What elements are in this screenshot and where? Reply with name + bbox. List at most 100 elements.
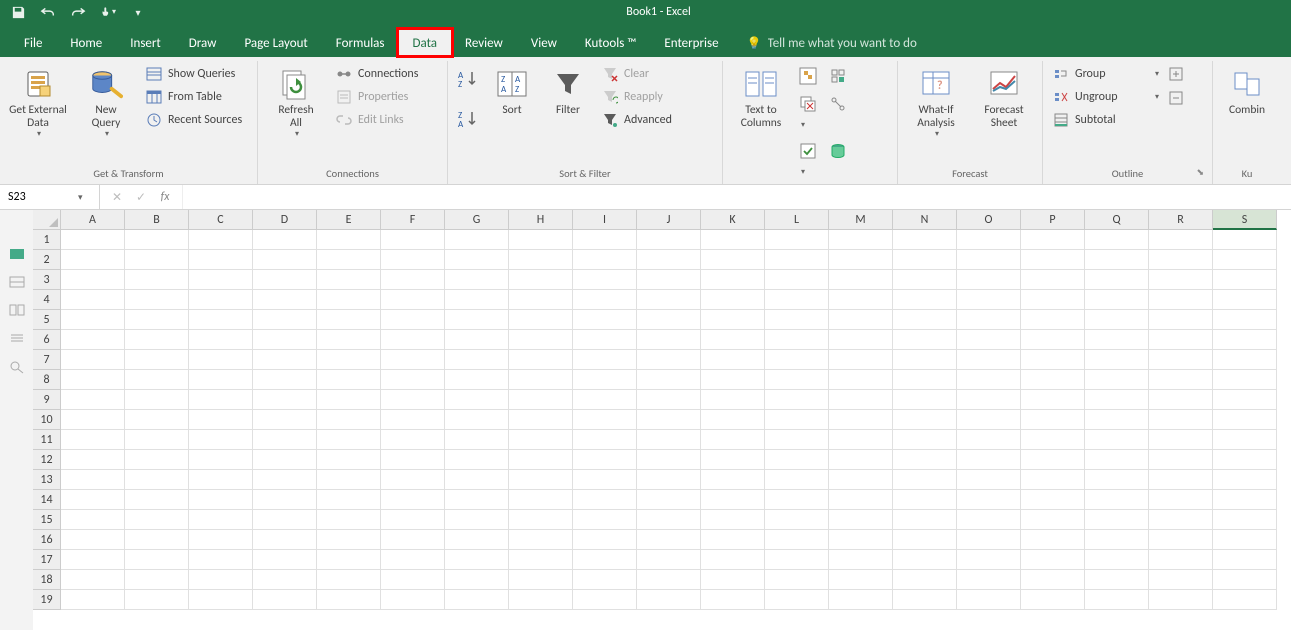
sort-desc-button[interactable]: ZA (456, 109, 480, 131)
cell[interactable] (957, 270, 1021, 290)
cell[interactable] (957, 370, 1021, 390)
cell[interactable] (1213, 390, 1277, 410)
cell[interactable] (893, 470, 957, 490)
sort-asc-button[interactable]: AZ (456, 69, 480, 91)
cell[interactable] (509, 270, 573, 290)
row-header[interactable]: 16 (33, 530, 61, 550)
cell[interactable] (957, 390, 1021, 410)
cell[interactable] (893, 590, 957, 610)
cell[interactable] (381, 330, 445, 350)
cell[interactable] (317, 450, 381, 470)
tab-review[interactable]: Review (451, 30, 517, 57)
cell[interactable] (893, 370, 957, 390)
cell[interactable] (637, 450, 701, 470)
cell[interactable] (381, 370, 445, 390)
cell[interactable] (573, 450, 637, 470)
cell[interactable] (253, 530, 317, 550)
properties-button[interactable]: Properties (334, 88, 420, 106)
cell[interactable] (957, 410, 1021, 430)
cell[interactable] (189, 470, 253, 490)
cell[interactable] (893, 390, 957, 410)
cell[interactable] (61, 350, 125, 370)
cell[interactable] (765, 250, 829, 270)
cancel-formula-button[interactable]: ✕ (110, 190, 124, 205)
cell[interactable] (61, 330, 125, 350)
cell[interactable] (61, 390, 125, 410)
cell[interactable] (253, 430, 317, 450)
cell[interactable] (637, 350, 701, 370)
cell[interactable] (381, 590, 445, 610)
cell[interactable] (509, 310, 573, 330)
cell[interactable] (445, 430, 509, 450)
cell[interactable] (1021, 490, 1085, 510)
cell[interactable] (1213, 510, 1277, 530)
cell[interactable] (317, 310, 381, 330)
row-header[interactable]: 7 (33, 350, 61, 370)
cell[interactable] (445, 530, 509, 550)
cell[interactable] (637, 550, 701, 570)
cell[interactable] (765, 290, 829, 310)
forecast-sheet-button[interactable]: ForecastSheet (974, 65, 1034, 130)
cell[interactable] (1213, 590, 1277, 610)
cell[interactable] (125, 570, 189, 590)
row-header[interactable]: 8 (33, 370, 61, 390)
cell[interactable] (701, 390, 765, 410)
cell[interactable] (957, 530, 1021, 550)
cell[interactable] (893, 530, 957, 550)
cell[interactable] (1021, 270, 1085, 290)
cell[interactable] (957, 330, 1021, 350)
column-header[interactable]: F (381, 210, 445, 230)
cell[interactable] (1213, 290, 1277, 310)
clear-filter-button[interactable]: Clear (600, 65, 674, 83)
cell[interactable] (125, 410, 189, 430)
cell[interactable] (701, 490, 765, 510)
tab-data[interactable]: Data (399, 30, 452, 57)
cell[interactable] (253, 330, 317, 350)
cell[interactable] (573, 230, 637, 250)
cell[interactable] (1021, 410, 1085, 430)
cell[interactable] (637, 590, 701, 610)
cell[interactable] (957, 470, 1021, 490)
cell[interactable] (317, 390, 381, 410)
formula-input[interactable] (183, 185, 1291, 209)
cell[interactable] (1085, 510, 1149, 530)
touch-mode-icon[interactable]: ▾ (100, 4, 116, 20)
cell[interactable] (573, 290, 637, 310)
row-header[interactable]: 4 (33, 290, 61, 310)
cell[interactable] (61, 270, 125, 290)
cell[interactable] (253, 310, 317, 330)
tab-kutools[interactable]: Kutools ™ (571, 30, 651, 57)
cell[interactable] (1085, 290, 1149, 310)
cell[interactable] (1085, 390, 1149, 410)
cell[interactable] (1021, 370, 1085, 390)
insert-function-button[interactable]: fx (158, 190, 172, 204)
cell[interactable] (829, 550, 893, 570)
cell[interactable] (317, 590, 381, 610)
cell[interactable] (957, 570, 1021, 590)
cell[interactable] (701, 530, 765, 550)
cell[interactable] (765, 330, 829, 350)
flash-fill-button[interactable] (799, 67, 817, 85)
cell[interactable] (125, 270, 189, 290)
cell[interactable] (509, 450, 573, 470)
cell[interactable] (573, 510, 637, 530)
cell[interactable] (381, 490, 445, 510)
cell[interactable] (317, 510, 381, 530)
row-header[interactable]: 12 (33, 450, 61, 470)
cell[interactable] (573, 370, 637, 390)
cell[interactable] (125, 330, 189, 350)
cell[interactable] (125, 230, 189, 250)
cell[interactable] (637, 370, 701, 390)
cell[interactable] (573, 310, 637, 330)
cell[interactable] (829, 350, 893, 370)
cell[interactable] (253, 390, 317, 410)
cell[interactable] (189, 430, 253, 450)
cell[interactable] (253, 290, 317, 310)
cell[interactable] (1149, 330, 1213, 350)
cell[interactable] (509, 510, 573, 530)
cell[interactable] (893, 310, 957, 330)
gutter-find-icon[interactable] (9, 360, 25, 374)
column-header[interactable]: S (1213, 210, 1277, 230)
cell[interactable] (701, 230, 765, 250)
cell[interactable] (189, 250, 253, 270)
